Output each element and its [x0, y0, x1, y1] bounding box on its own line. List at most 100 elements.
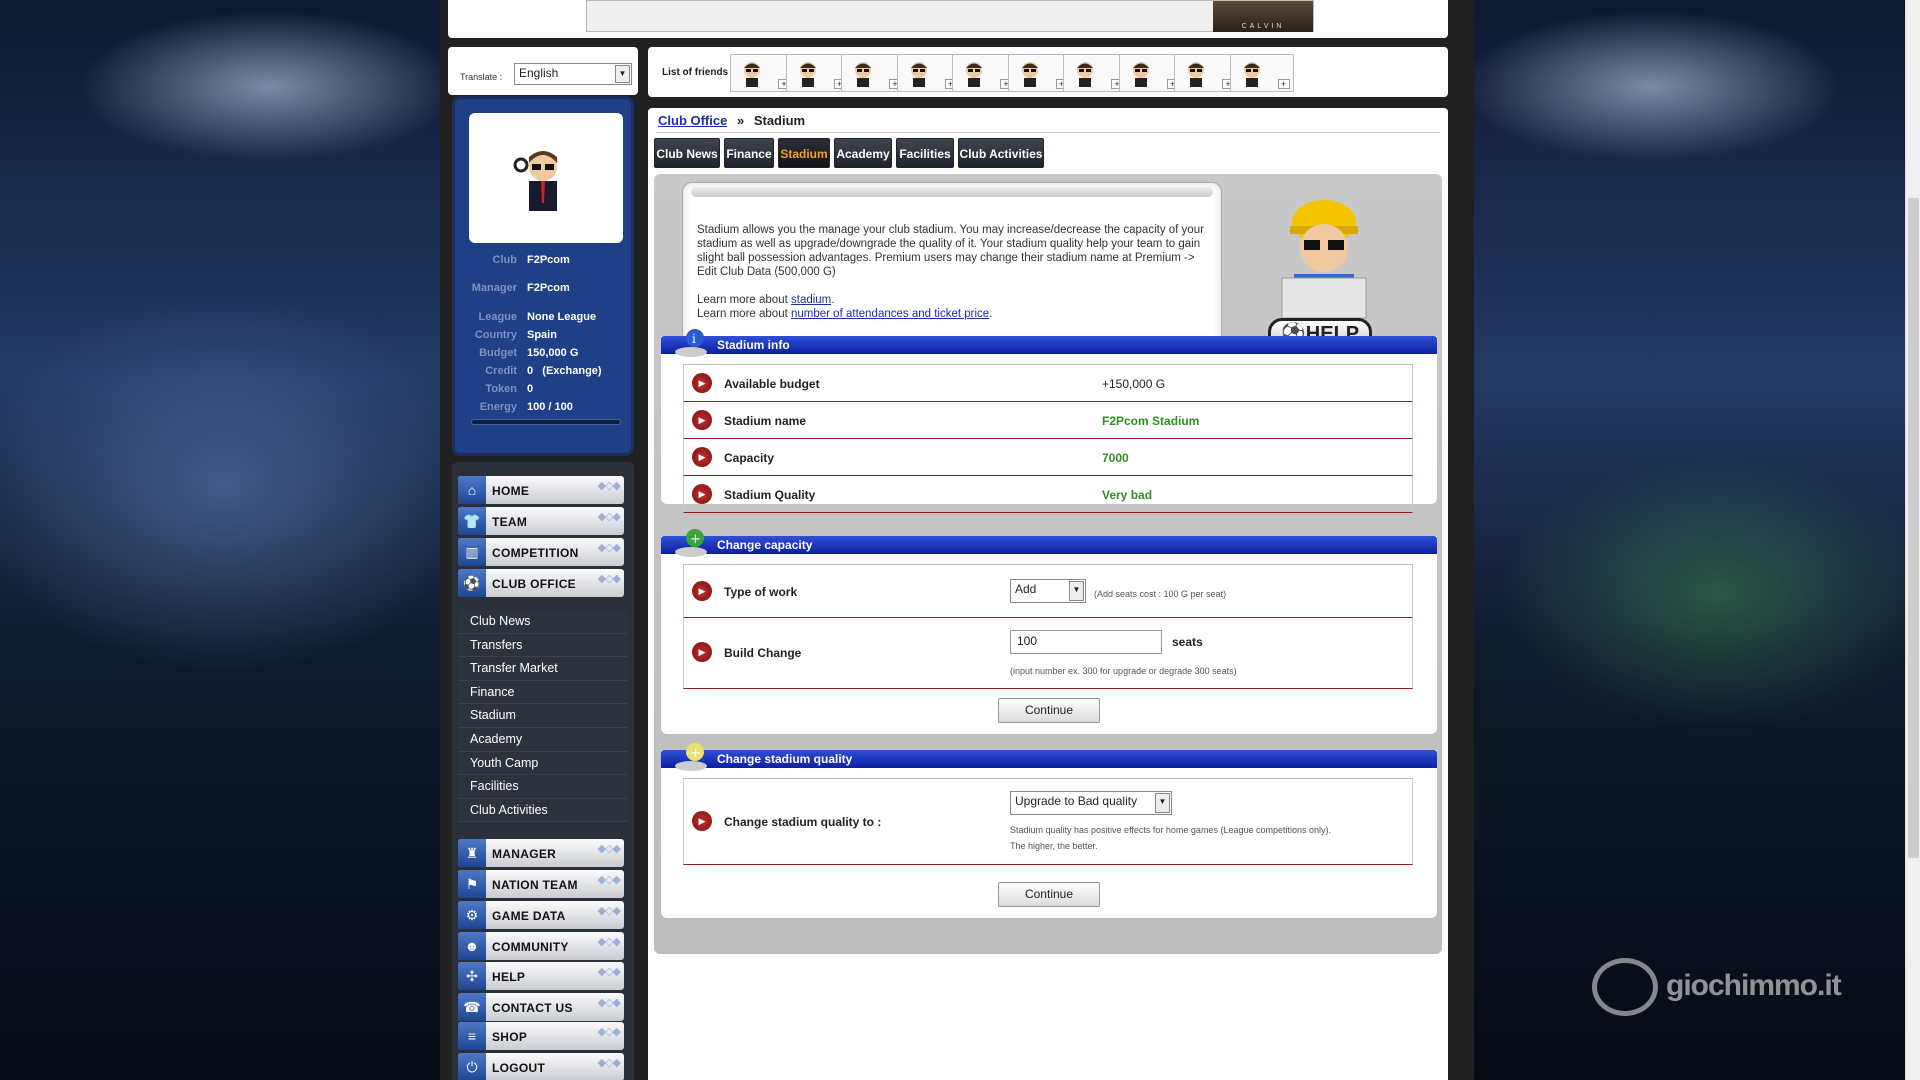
submenu-finance[interactable]: Finance [458, 680, 628, 705]
credit-key: Credit [485, 365, 517, 377]
menu-shop[interactable]: ≡ SHOP ◆◇◆ [458, 1022, 624, 1050]
menu-competition[interactable]: ▥ COMPETITION ◆◇◆ [458, 538, 624, 566]
friend-slot[interactable]: + [1007, 54, 1072, 92]
friend-avatar-icon [1188, 62, 1204, 87]
avatar[interactable] [469, 113, 623, 243]
quality-icon: + [675, 743, 707, 771]
change-capacity-rows: ▶ Type of work Add ▼ (Add seats cost : 10… [683, 564, 1413, 689]
breadcrumb: Club Office » Stadium [658, 113, 805, 128]
ad-image: CALVIN [1213, 1, 1313, 32]
friend-avatar-icon [1132, 62, 1149, 87]
page-scrollbar[interactable] [1905, 0, 1920, 1080]
stadium-link[interactable]: stadium [791, 294, 831, 306]
friend-slot[interactable]: + [1174, 54, 1238, 92]
chevron-down-icon[interactable]: ▼ [1069, 581, 1084, 601]
tab-stadium[interactable]: Stadium [778, 138, 830, 168]
friend-slot[interactable]: + [896, 54, 961, 92]
credit-value[interactable]: 0 (Exchange) [527, 365, 602, 377]
menu-label: COMPETITION [492, 546, 579, 560]
menu-game-data[interactable]: ⚙ GAME DATA ◆◇◆ [458, 901, 624, 929]
menu-nation-team[interactable]: ⚑ NATION TEAM ◆◇◆ [458, 870, 624, 898]
intro-description: Stadium allows you the manage your club … [697, 224, 1204, 278]
play-bullet-icon: ▶ [692, 410, 712, 430]
dots-decoration: ◆◇◆ [597, 966, 621, 978]
friend-slot[interactable]: + [1063, 54, 1127, 92]
submenu-transfers[interactable]: Transfers [458, 633, 628, 658]
stadium-info-rows: ▶ Available budget +150,000 G ▶ Stadium nam… [683, 364, 1413, 513]
menu-help[interactable]: ✣ HELP ◆◇◆ [458, 962, 624, 990]
svg-text:+: + [690, 532, 701, 547]
tab-club-news[interactable]: Club News [654, 138, 720, 168]
breadcrumb-current: Stadium [753, 113, 806, 128]
chevron-down-icon[interactable]: ▼ [615, 65, 630, 83]
play-bullet-icon: ▶ [692, 811, 712, 831]
quality-select[interactable]: Upgrade to Bad quality ▼ [1010, 791, 1172, 815]
ad-banner[interactable]: CALVIN [586, 0, 1314, 32]
manager-avatar-icon [513, 151, 557, 211]
flag-icon: ⚑ [458, 870, 486, 898]
continue-capacity-button[interactable]: Continue [998, 698, 1100, 723]
learn-more-prefix: Learn more about [697, 294, 788, 306]
scrollbar-thumb[interactable] [1908, 198, 1919, 858]
dots-decoration: ◆◇◆ [597, 573, 621, 585]
breadcrumb-club-office[interactable]: Club Office [658, 113, 727, 128]
tab-finance[interactable]: Finance [724, 138, 774, 168]
menu-label: LOGOUT [492, 1061, 546, 1075]
friend-slot[interactable]: + [730, 54, 794, 92]
club-value[interactable]: F2Pcom [527, 254, 570, 266]
submenu-academy[interactable]: Academy [458, 727, 628, 752]
tab-club-activities[interactable]: Club Activities [958, 138, 1044, 168]
section-title: Stadium info [717, 338, 790, 352]
friend-slot[interactable]: + [785, 54, 850, 92]
stadium-info-header: Stadium info [661, 336, 1437, 354]
change-quality-header: Change stadium quality [661, 750, 1437, 768]
quality-note-2: The higher, the better. [1010, 841, 1098, 851]
main-menu: ⌂ HOME ◆◇◆ 👕 TEAM ◆◇◆ ▥ COMPETITION ◆◇◆ ⚽ CLUB … [452, 462, 634, 1080]
friend-slot[interactable]: + [952, 54, 1016, 92]
row-value: +150,000 G [1102, 377, 1166, 391]
friend-slot[interactable]: + [1118, 54, 1183, 92]
friend-slot[interactable]: + [841, 54, 905, 92]
attendance-link[interactable]: number of attendances and ticket price [791, 308, 989, 320]
menu-team[interactable]: 👕 TEAM ◆◇◆ [458, 507, 624, 535]
section-title: Change stadium quality [717, 752, 853, 766]
menu-contact-us[interactable]: ☎ CONTACT US ◆◇◆ [458, 993, 624, 1021]
menu-manager[interactable]: ♜ MANAGER ◆◇◆ [458, 839, 624, 867]
language-select[interactable]: English ▼ [514, 63, 632, 85]
menu-community[interactable]: ☻ COMMUNITY ◆◇◆ [458, 932, 624, 960]
menu-label: TEAM [492, 515, 528, 529]
submenu-stadium[interactable]: Stadium [458, 704, 628, 728]
menu-label: NATION TEAM [492, 878, 578, 892]
change-capacity-header: Change capacity [661, 536, 1437, 554]
tab-facilities[interactable]: Facilities [896, 138, 954, 168]
menu-label: CLUB OFFICE [492, 577, 576, 591]
submenu-club-news[interactable]: Club News [458, 610, 628, 634]
chevron-down-icon[interactable]: ▼ [1155, 793, 1170, 813]
menu-club-office[interactable]: ⚽ CLUB OFFICE ◆◇◆ [458, 569, 624, 597]
friend-slot[interactable]: + [1229, 54, 1294, 92]
type-of-work-select[interactable]: Add ▼ [1010, 579, 1086, 603]
quality-note: Stadium quality has positive effects for… [1010, 825, 1332, 835]
submenu-transfer-market[interactable]: Transfer Market [458, 657, 628, 681]
quality-row: ▶ Change stadium quality to : Upgrade to… [683, 779, 1413, 865]
country-value: Spain [527, 329, 557, 341]
breadcrumb-separator: » [736, 113, 745, 128]
type-of-work-value: Add [1015, 582, 1037, 596]
add-friend-button[interactable]: + [1277, 79, 1290, 89]
build-change-input[interactable]: 100 [1010, 630, 1162, 654]
dots-decoration: ◆◇◆ [597, 843, 621, 855]
info-icon: i [675, 329, 707, 357]
submenu-club-activities[interactable]: Club Activities [458, 798, 628, 823]
submenu-facilities[interactable]: Facilities [458, 775, 628, 799]
play-bullet-icon: ▶ [692, 581, 712, 601]
help-bubble: Stadium allows you the manage your club … [682, 182, 1222, 357]
manager-value[interactable]: F2Pcom [527, 282, 570, 294]
budget-value: 150,000 G [527, 347, 579, 359]
continue-quality-button[interactable]: Continue [998, 882, 1100, 907]
friend-avatar-icon [799, 62, 816, 87]
row-label: Available budget [724, 377, 820, 391]
submenu-youth-camp[interactable]: Youth Camp [458, 751, 628, 776]
tab-academy[interactable]: Academy [834, 138, 892, 168]
menu-home[interactable]: ⌂ HOME ◆◇◆ [458, 476, 624, 504]
menu-logout[interactable]: ⏻ LOGOUT ◆◇◆ [458, 1053, 624, 1080]
